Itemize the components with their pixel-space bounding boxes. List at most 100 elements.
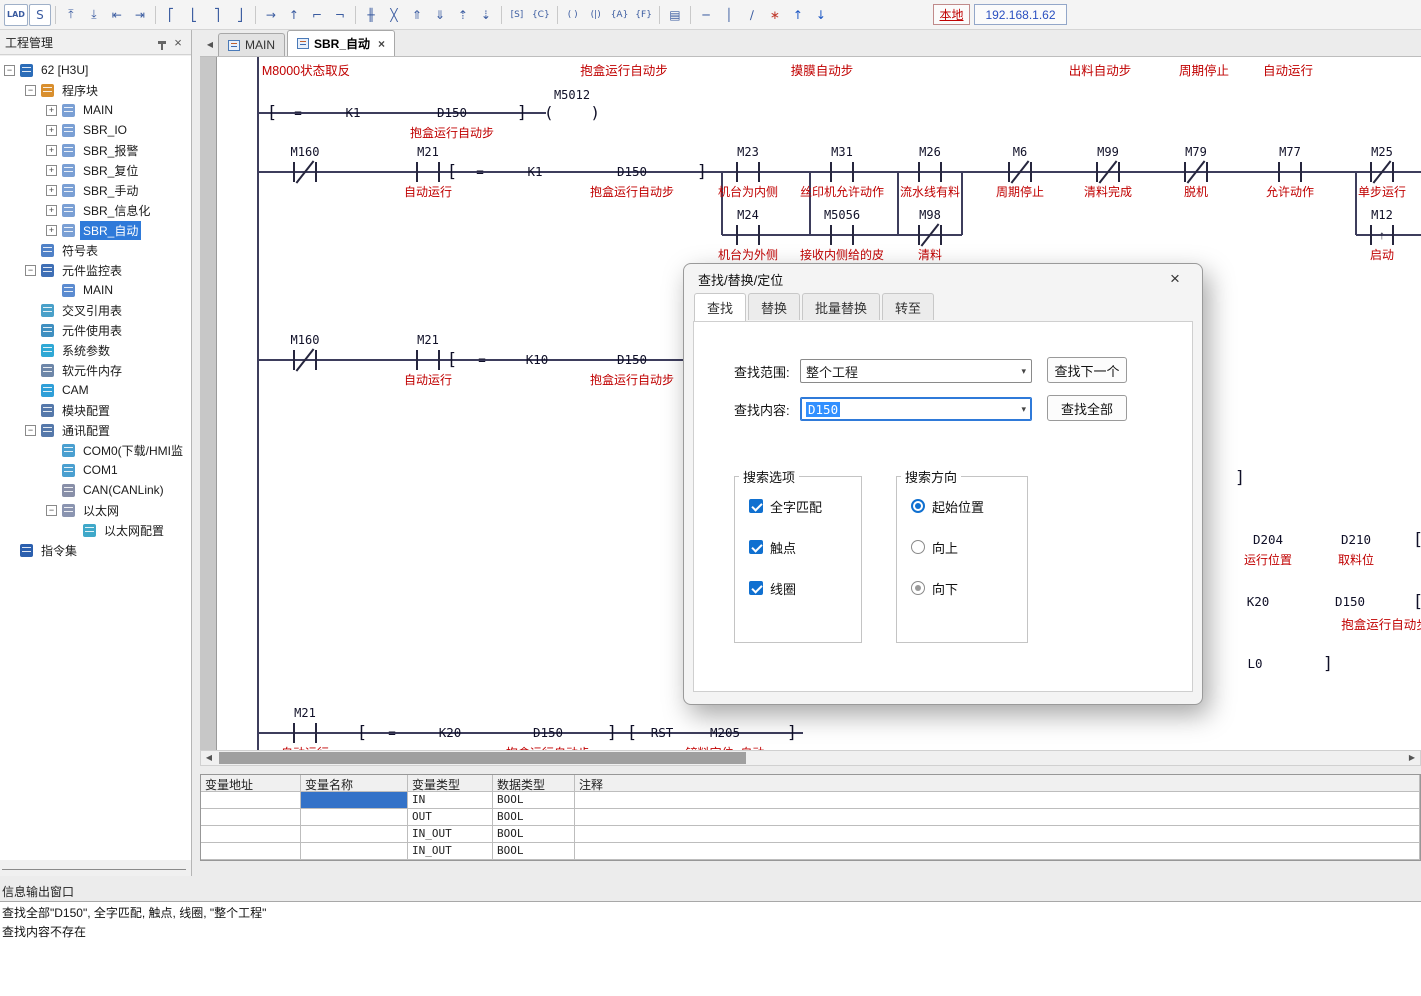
expand-icon[interactable]: + — [46, 145, 57, 156]
ladder-operand-K20[interactable]: K20 — [1247, 594, 1270, 609]
tree-item-sbr-auto[interactable]: +SBR_自动 — [0, 220, 191, 240]
table-cell[interactable] — [301, 809, 408, 826]
collapse-icon[interactable]: − — [25, 425, 36, 436]
ladder-operand-K1[interactable]: K1 — [345, 105, 360, 120]
dialog-tab-replace[interactable]: 替换 — [748, 293, 800, 320]
table-cell[interactable] — [201, 826, 301, 843]
ladder-operand-=[interactable]: = — [478, 352, 486, 367]
table-cell[interactable] — [301, 792, 408, 809]
sbl-view-icon[interactable]: S — [29, 4, 51, 26]
tree-item-device-memory[interactable]: 软元件内存 — [0, 360, 191, 380]
contact-falling-icon[interactable]: ⇓ — [429, 4, 451, 26]
table-cell[interactable] — [575, 809, 1420, 826]
tree-item-ethernet[interactable]: −以太网 — [0, 500, 191, 520]
ladder-operand-D210[interactable]: D210取料位 — [1341, 532, 1371, 547]
pin-icon[interactable] — [154, 34, 170, 50]
dialog-tab-find[interactable]: 查找 — [694, 293, 746, 321]
table-cell[interactable] — [575, 843, 1420, 860]
tree-item-element-monitor-table[interactable]: −元件监控表 — [0, 260, 191, 280]
ladder-comment[interactable]: 抱盒运行自动步 — [580, 60, 668, 79]
draw-line-right-icon[interactable]: → — [260, 4, 282, 26]
table-cell[interactable] — [575, 792, 1420, 809]
delete-all-wires-icon[interactable]: ∗ — [764, 4, 786, 26]
horizontal-scrollbar[interactable]: ◀ ▶ — [200, 750, 1421, 766]
tree-item-sbr-io[interactable]: +SBR_IO — [0, 120, 191, 140]
draw-corner-down-icon[interactable]: ¬ — [329, 4, 351, 26]
expand-icon[interactable]: + — [46, 185, 57, 196]
column-header[interactable]: 变量类型 — [408, 775, 493, 792]
table-row[interactable]: IN_OUTBOOL — [201, 843, 1420, 860]
ladder-symbol[interactable]: [ — [627, 723, 637, 743]
ladder-symbol[interactable]: [ — [1413, 530, 1421, 550]
ladder-operand-=[interactable]: = — [476, 164, 484, 179]
collapse-icon[interactable]: − — [46, 505, 57, 516]
ladder-symbol[interactable]: ] — [1235, 468, 1245, 488]
tab-nav-left-button[interactable]: ◀ — [202, 34, 218, 54]
tree-item-system-parameters[interactable]: 系统参数 — [0, 340, 191, 360]
tree-item-program-blocks[interactable]: −程序块 — [0, 80, 191, 100]
counter-instruction-icon[interactable]: {C} — [529, 4, 553, 26]
ladder-contact-M6[interactable]: M6周期停止 — [1008, 162, 1032, 182]
merge-branch-icon[interactable]: ⎤ — [206, 4, 228, 26]
ladder-operand-K10[interactable]: K10 — [526, 352, 549, 367]
table-cell[interactable] — [201, 843, 301, 860]
ladder-contact-M25[interactable]: M25单步运行 — [1370, 162, 1394, 182]
tab-main[interactable]: MAIN — [218, 33, 285, 56]
expand-icon[interactable]: + — [46, 165, 57, 176]
ladder-comment[interactable]: 抱盒运行自动步 — [1341, 614, 1421, 633]
ladder-contact-M21[interactable]: M21自动运行 — [416, 162, 440, 182]
tab-close-icon[interactable]: × — [378, 37, 385, 51]
ladder-contact-M31[interactable]: M31丝印机允许动作 — [830, 162, 854, 182]
ip-address-box[interactable]: 192.168.1.62 — [974, 4, 1067, 25]
table-cell[interactable]: IN — [408, 792, 493, 809]
expand-icon[interactable]: + — [46, 225, 57, 236]
ladder-operand-K20[interactable]: K20 — [439, 725, 462, 740]
table-row[interactable]: INBOOL — [201, 792, 1420, 809]
ladder-contact-M79[interactable]: M79脱机 — [1184, 162, 1208, 182]
table-cell[interactable]: BOOL — [493, 826, 575, 843]
append-row-icon[interactable]: ⤓ — [83, 4, 105, 26]
table-cell[interactable] — [301, 843, 408, 860]
tree-item-com1[interactable]: COM1 — [0, 460, 191, 480]
down-radio[interactable]: 向下 — [911, 580, 1027, 596]
ladder-comment[interactable]: 摸膜自动步 — [791, 60, 854, 79]
contact-falling2-icon[interactable]: ⇣ — [475, 4, 497, 26]
tree-item-monitor-main[interactable]: MAIN — [0, 280, 191, 300]
tree-item-can-canlink[interactable]: CAN(CANLink) — [0, 480, 191, 500]
ladder-contact-M77[interactable]: M77允许动作 — [1278, 162, 1302, 182]
delete-wire-icon[interactable]: ∕ — [741, 4, 763, 26]
coil-checkbox[interactable]: 线圈 — [749, 580, 861, 596]
tree-item-sbr-info[interactable]: +SBR_信息化 — [0, 200, 191, 220]
hline-icon[interactable]: ─ — [695, 4, 717, 26]
ladder-operand-D150[interactable]: D150 — [1335, 594, 1365, 609]
column-header[interactable]: 变量名称 — [301, 775, 408, 792]
table-cell[interactable]: BOOL — [493, 792, 575, 809]
app-instruction-icon[interactable]: {A} — [608, 4, 632, 26]
insert-cell-icon[interactable]: ⇤ — [106, 4, 128, 26]
find-next-button[interactable]: 查找下一个 — [1047, 357, 1127, 383]
ladder-symbol[interactable]: ] — [787, 723, 797, 743]
collapse-icon[interactable]: − — [25, 265, 36, 276]
tree-item-sbr-alarm[interactable]: +SBR_报警 — [0, 140, 191, 160]
ladder-contact-M98[interactable]: M98清料 — [918, 225, 942, 245]
tree-item-instruction-set[interactable]: 指令集 — [0, 540, 191, 560]
column-header[interactable]: 数据类型 — [493, 775, 575, 792]
ladder-contact-M160[interactable]: M160 — [293, 350, 317, 370]
contact-nc-icon[interactable]: ╳ — [383, 4, 405, 26]
scroll-left-icon[interactable]: ◀ — [201, 751, 217, 765]
panel-close-icon[interactable]: × — [170, 34, 186, 50]
draw-line-up-icon[interactable]: ↑ — [283, 4, 305, 26]
expand-icon[interactable]: + — [46, 125, 57, 136]
expand-icon[interactable]: + — [46, 205, 57, 216]
scrollbar-thumb[interactable] — [219, 752, 746, 764]
ladder-operand-=[interactable]: = — [294, 105, 302, 120]
ladder-comment[interactable]: 出料自动步 — [1069, 60, 1132, 79]
up-radio[interactable]: 向上 — [911, 539, 1027, 555]
table-cell[interactable]: IN_OUT — [408, 826, 493, 843]
table-cell[interactable] — [301, 826, 408, 843]
column-header[interactable]: 注释 — [575, 775, 1420, 792]
delete-cell-icon[interactable]: ⇥ — [129, 4, 151, 26]
scroll-right-icon[interactable]: ▶ — [1404, 751, 1420, 765]
contact-checkbox[interactable]: 触点 — [749, 539, 861, 555]
find-content-combobox[interactable]: D150 ▾ — [800, 397, 1032, 421]
